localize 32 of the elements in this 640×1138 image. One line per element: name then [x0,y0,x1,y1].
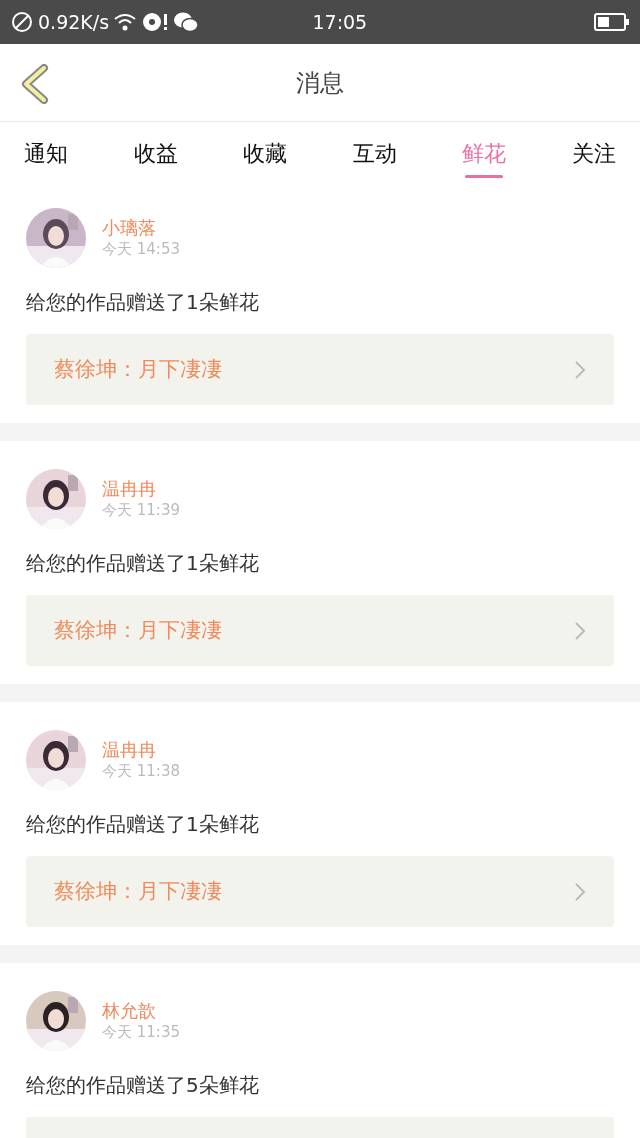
quote-box[interactable]: 蔡徐坤：月下凄凄 [26,334,614,405]
quote-box[interactable]: 蔡徐坤：月下凄凄 [26,595,614,666]
page-title: 消息 [296,67,344,99]
quote-box[interactable]: 蔡徐坤：月下凄凄 [26,856,614,927]
tab[interactable]: 收藏 [243,137,288,180]
chevron-right-icon [574,620,586,641]
status-time: 17:05 [312,9,368,35]
message-time: 今天 11:38 [102,761,180,781]
user-name[interactable]: 林允歆 [102,1000,180,1022]
user-name[interactable]: 小璃落 [102,217,180,239]
chevron-right-icon [574,881,586,902]
message-text: 给您的作品赠送了1朵鲜花 [26,289,260,316]
disc-icon [141,11,170,33]
tab[interactable]: 收益 [133,137,178,180]
message-text: 给您的作品赠送了1朵鲜花 [26,811,260,838]
message-text: 给您的作品赠送了5朵鲜花 [26,1072,260,1099]
battery-icon [593,12,630,32]
chevron-right-icon [574,359,586,380]
tab[interactable]: 互动 [352,137,397,180]
tab[interactable]: 通知 [24,137,68,180]
tab[interactable]: 关注 [571,137,616,180]
message-time: 今天 11:35 [102,1022,180,1042]
blocked-icon [10,10,34,34]
user-name[interactable]: 温冉冉 [102,478,180,500]
wifi-icon [113,12,138,32]
message-text: 给您的作品赠送了1朵鲜花 [26,550,260,577]
net-speed: 0.92K/s [38,9,110,35]
message-time: 今天 14:53 [102,239,180,259]
user-name[interactable]: 温冉冉 [102,739,180,761]
chat-icon [173,11,200,33]
message-time: 今天 11:39 [102,500,180,520]
tab[interactable]: 鲜花 [462,137,507,180]
